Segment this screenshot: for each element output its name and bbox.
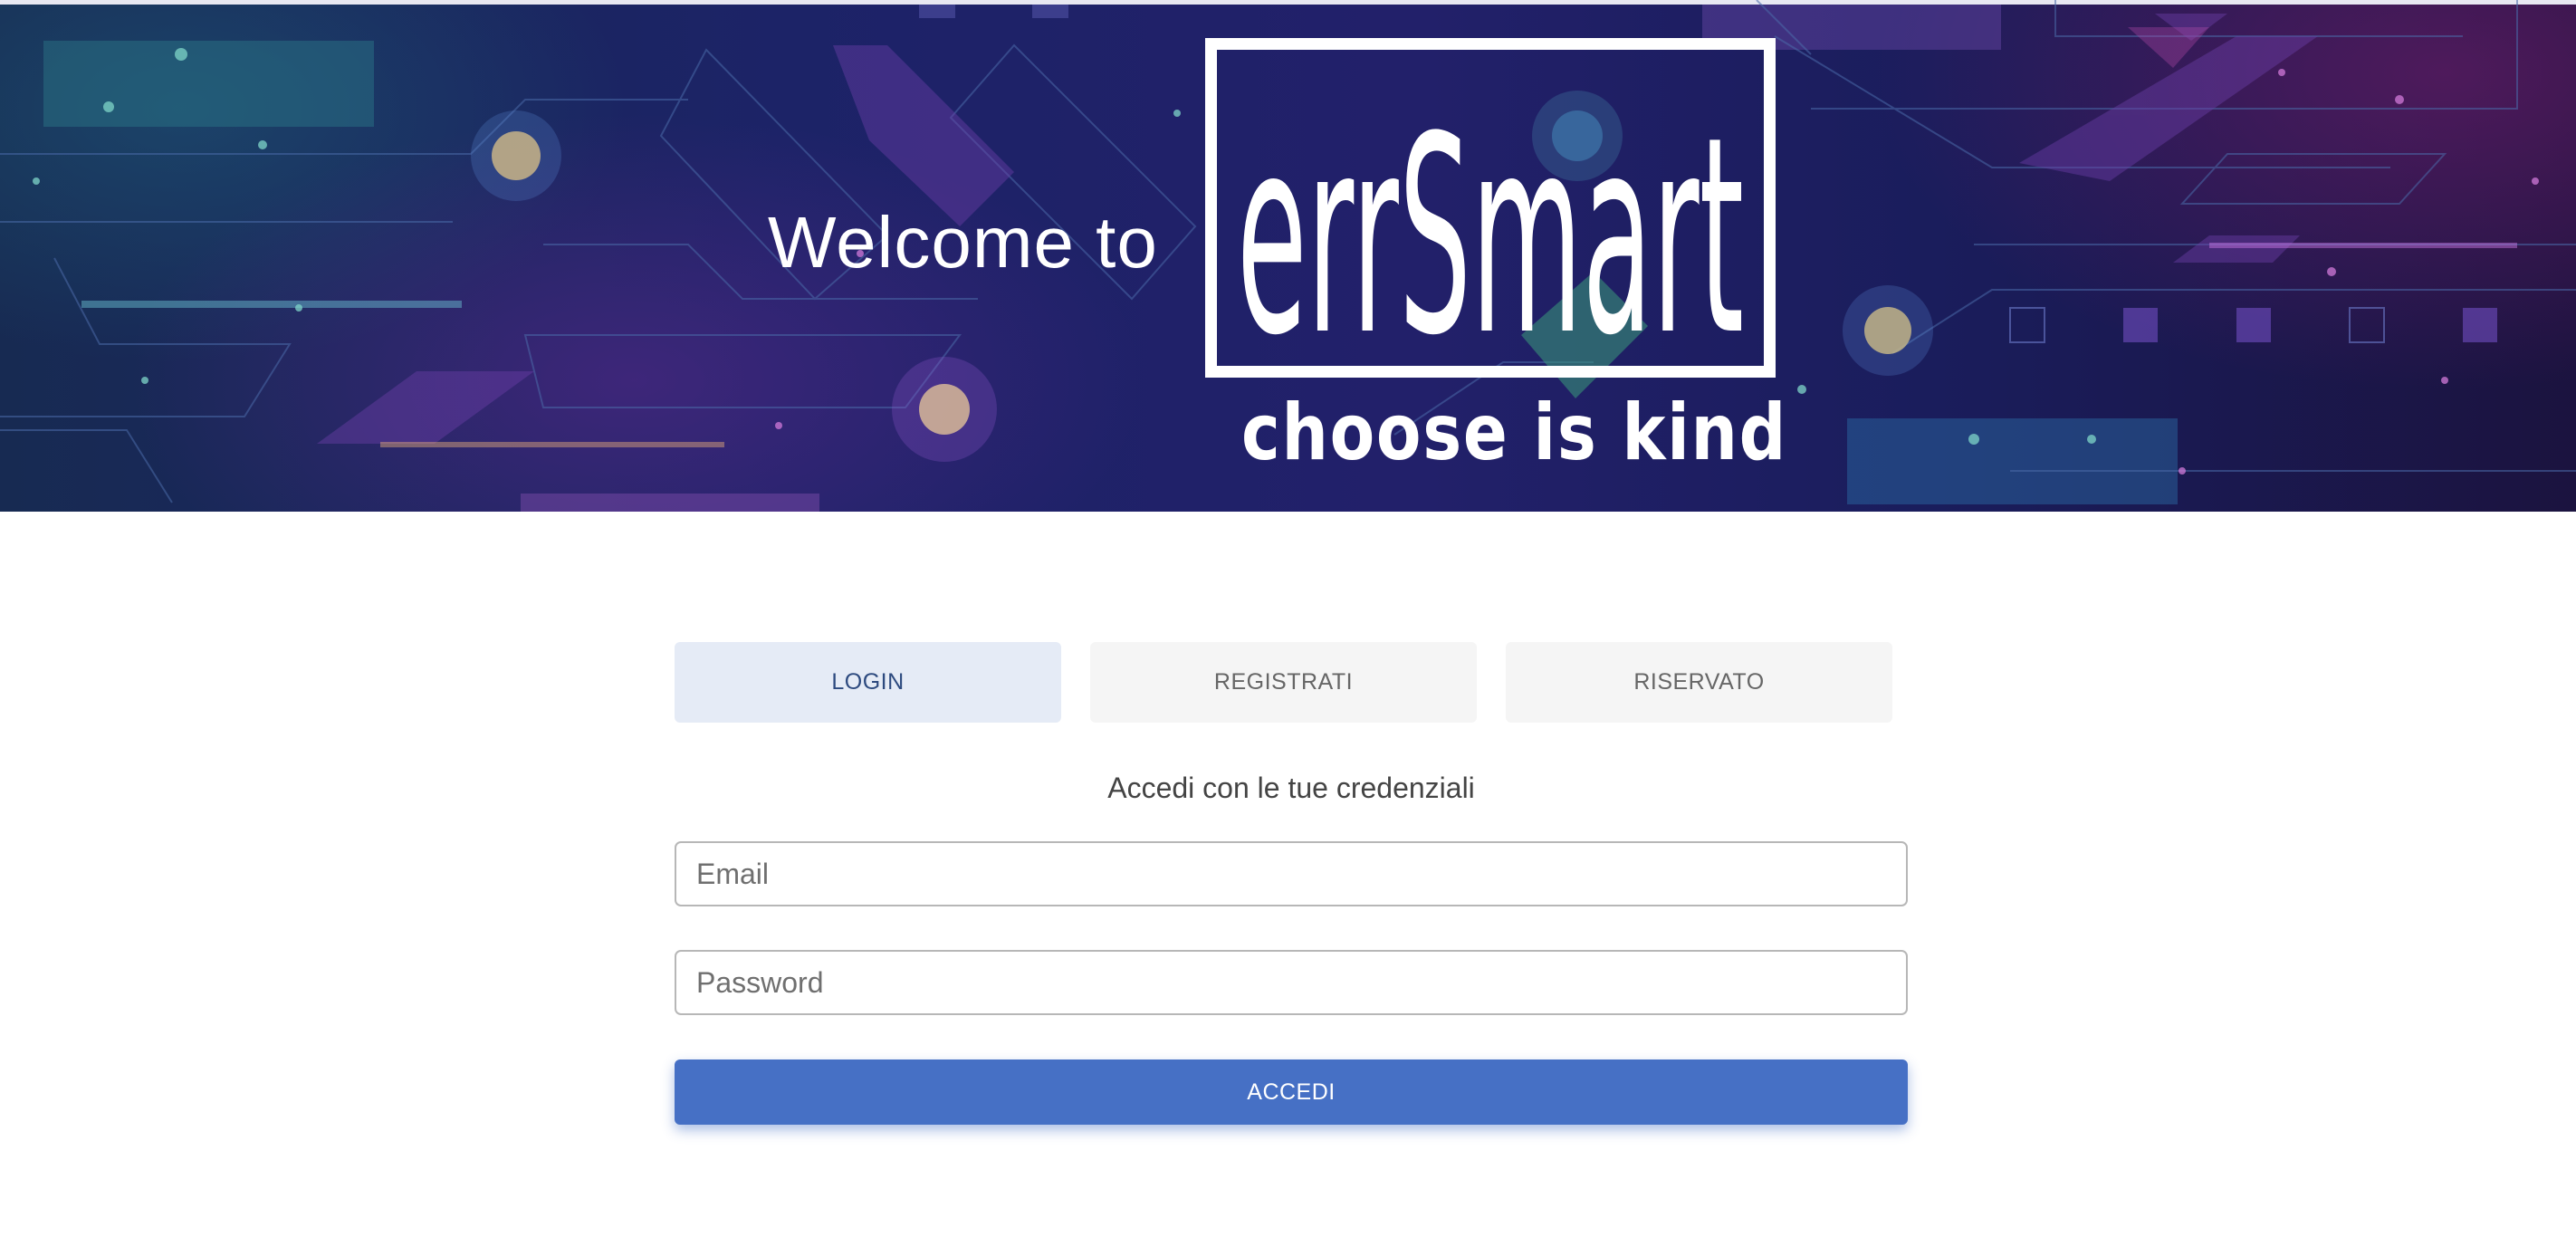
email-field[interactable]	[675, 841, 1908, 906]
accedi-button[interactable]: ACCEDI	[675, 1059, 1908, 1125]
password-field[interactable]	[675, 950, 1908, 1015]
logo-text: errSmart	[1237, 79, 1744, 366]
tagline: choose is kind	[1241, 388, 1788, 478]
auth-tabs: LOGIN REGISTRATI RISERVATO	[675, 642, 1892, 723]
welcome-text: Welcome to	[768, 202, 1158, 283]
logo: errSmart	[1205, 38, 1776, 378]
hero-banner: Welcome to errSmart choose is kind	[0, 0, 2576, 512]
tab-riservato[interactable]: RISERVATO	[1506, 642, 1892, 723]
form-subtitle: Accedi con le tue credenziali	[1107, 772, 1475, 804]
tab-login[interactable]: LOGIN	[675, 642, 1061, 723]
logo-wordmark: errSmart	[1237, 79, 1744, 366]
tab-registrati[interactable]: REGISTRATI	[1090, 642, 1477, 723]
